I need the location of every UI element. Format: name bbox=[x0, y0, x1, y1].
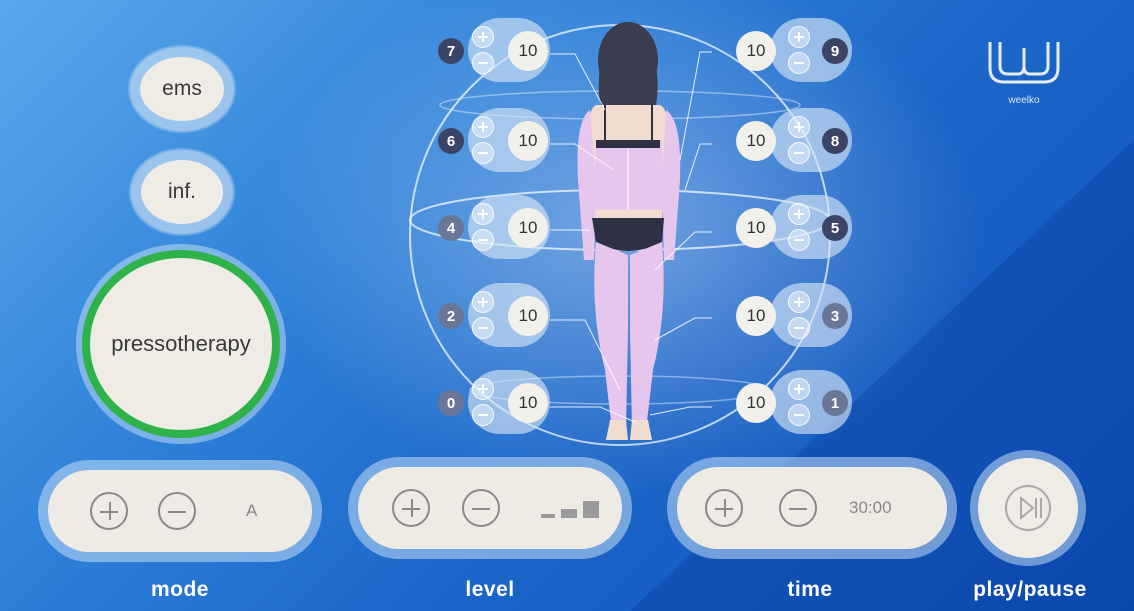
channel-value[interactable]: 10 bbox=[508, 383, 548, 423]
channel-number: 1 bbox=[822, 390, 848, 416]
channel-5-minus-button[interactable] bbox=[788, 229, 810, 251]
channel-8-minus-button[interactable] bbox=[788, 142, 810, 164]
channel-3-plus-button[interactable] bbox=[788, 291, 810, 313]
channel-number: 7 bbox=[438, 38, 464, 64]
channel-0: 0 10 bbox=[428, 370, 558, 434]
channel-number: 5 bbox=[822, 215, 848, 241]
inf-button[interactable]: inf. bbox=[141, 160, 223, 224]
channel-5: 10 5 bbox=[730, 195, 860, 259]
channel-0-minus-button[interactable] bbox=[472, 404, 494, 426]
channel-number: 3 bbox=[822, 303, 848, 329]
ems-button[interactable]: ems bbox=[140, 57, 224, 121]
play-pause-button[interactable] bbox=[978, 458, 1078, 558]
mode-minus-button[interactable] bbox=[158, 492, 196, 530]
weelko-logo: weelko bbox=[986, 38, 1062, 106]
channel-2: 2 10 bbox=[428, 283, 558, 347]
channel-5-plus-button[interactable] bbox=[788, 203, 810, 225]
weelko-logo-icon bbox=[988, 42, 1060, 84]
time-minus-button[interactable] bbox=[779, 489, 817, 527]
time-value: 30:00 bbox=[849, 498, 892, 517]
time-plus-button[interactable] bbox=[705, 489, 743, 527]
channel-1-minus-button[interactable] bbox=[788, 404, 810, 426]
channel-8: 10 8 bbox=[730, 108, 860, 172]
play-pause-icon bbox=[1005, 485, 1051, 531]
channel-0-plus-button[interactable] bbox=[472, 378, 494, 400]
channel-9-plus-button[interactable] bbox=[788, 26, 810, 48]
channel-3: 10 3 bbox=[730, 283, 860, 347]
channel-6-minus-button[interactable] bbox=[472, 142, 494, 164]
channel-value[interactable]: 10 bbox=[508, 121, 548, 161]
channel-6-plus-button[interactable] bbox=[472, 116, 494, 138]
level-minus-button[interactable] bbox=[462, 489, 500, 527]
channel-4-minus-button[interactable] bbox=[472, 229, 494, 251]
channel-1: 10 1 bbox=[730, 370, 860, 434]
play-pause-label: play/pause bbox=[973, 578, 1087, 601]
level-plus-button[interactable] bbox=[392, 489, 430, 527]
channel-value[interactable]: 10 bbox=[508, 31, 548, 71]
channel-value[interactable]: 10 bbox=[508, 208, 548, 248]
pressotherapy-button[interactable]: pressotherapy bbox=[90, 258, 272, 430]
channel-7: 7 10 bbox=[428, 18, 558, 82]
channel-number: 0 bbox=[438, 390, 464, 416]
channel-value[interactable]: 10 bbox=[736, 121, 776, 161]
channel-value[interactable]: 10 bbox=[736, 296, 776, 336]
channel-2-minus-button[interactable] bbox=[472, 317, 494, 339]
channel-value[interactable]: 10 bbox=[736, 31, 776, 71]
logo-text: weelko bbox=[1008, 95, 1040, 106]
level-label: level bbox=[465, 578, 515, 601]
level-indicator bbox=[541, 501, 599, 518]
channel-number: 9 bbox=[822, 38, 848, 64]
channel-number: 4 bbox=[438, 215, 464, 241]
channel-number: 8 bbox=[822, 128, 848, 154]
channel-2-plus-button[interactable] bbox=[472, 291, 494, 313]
channel-9: 10 9 bbox=[730, 18, 860, 82]
channel-number: 2 bbox=[438, 303, 464, 329]
channel-number: 6 bbox=[438, 128, 464, 154]
channel-7-minus-button[interactable] bbox=[472, 52, 494, 74]
mode-label: mode bbox=[150, 578, 209, 601]
channel-value[interactable]: 10 bbox=[736, 383, 776, 423]
channel-4: 4 10 bbox=[428, 195, 558, 259]
time-label: time bbox=[787, 578, 833, 601]
mode-value: A bbox=[246, 501, 258, 520]
channel-9-minus-button[interactable] bbox=[788, 52, 810, 74]
mode-control: A bbox=[48, 470, 312, 552]
channel-value[interactable]: 10 bbox=[508, 296, 548, 336]
channel-1-plus-button[interactable] bbox=[788, 378, 810, 400]
channel-7-plus-button[interactable] bbox=[472, 26, 494, 48]
screen: ems inf. pressotherapy 7 10 6 10 4 10 2 … bbox=[0, 0, 1134, 611]
channel-6: 6 10 bbox=[428, 108, 558, 172]
time-control: 30:00 bbox=[677, 467, 947, 549]
mode-plus-button[interactable] bbox=[90, 492, 128, 530]
channel-4-plus-button[interactable] bbox=[472, 203, 494, 225]
channel-8-plus-button[interactable] bbox=[788, 116, 810, 138]
channel-value[interactable]: 10 bbox=[736, 208, 776, 248]
level-control bbox=[358, 467, 622, 549]
channel-3-minus-button[interactable] bbox=[788, 317, 810, 339]
